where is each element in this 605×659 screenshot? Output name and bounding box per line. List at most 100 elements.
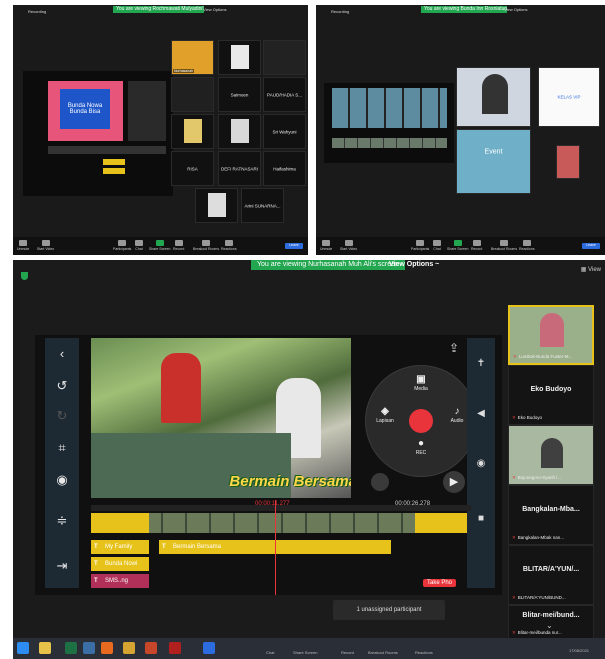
undo-icon[interactable]: ↺ xyxy=(54,378,70,394)
share-screen-button[interactable]: Share Screen xyxy=(149,240,170,251)
zoom-window-top-left: Recording You are viewing Rochmawati Mul… xyxy=(13,5,308,255)
video-icon xyxy=(344,240,353,246)
tile-image xyxy=(208,193,226,217)
breakout-rooms-button[interactable]: Breakout Rooms xyxy=(193,240,219,251)
participant-tile xyxy=(195,188,238,223)
unmute-button[interactable]: Unmute xyxy=(320,240,332,251)
tile-label: Saimoen xyxy=(230,92,249,97)
end-clip[interactable] xyxy=(415,513,467,533)
record-center-icon[interactable] xyxy=(409,409,433,433)
stop-icon[interactable]: ■ xyxy=(475,513,487,524)
video-icon xyxy=(41,240,50,246)
layer-button[interactable]: ◈ Lapisan xyxy=(370,406,400,424)
left-arrow-icon[interactable]: ◀ xyxy=(475,408,487,419)
video-preview: Bermain Bersama xyxy=(91,338,351,498)
participant-name-text: Lumbok-Bunda Fuster-M... xyxy=(518,354,573,359)
text-layer[interactable]: Bunda Nowi xyxy=(91,557,149,571)
record-target-icon[interactable]: ◉ xyxy=(54,472,70,488)
reactions-icon xyxy=(522,240,531,246)
view-options-button[interactable]: View Options xyxy=(504,7,528,12)
shared-screen-thumbnail xyxy=(324,83,454,163)
firefox-icon[interactable] xyxy=(101,642,113,654)
zoom-window-main: You are viewing Nurhasanah Muh Ali's scr… xyxy=(13,260,605,659)
pin-icon[interactable]: ✝ xyxy=(475,358,487,369)
windows-start-icon[interactable] xyxy=(17,642,29,654)
unmute-button[interactable]: Unmute xyxy=(17,240,29,251)
text-layer[interactable]: My Family xyxy=(91,540,149,554)
breakout-rooms-button[interactable]: Breakout Rooms xyxy=(491,240,517,251)
split-icon[interactable]: ≑ xyxy=(54,513,70,529)
participant-initials: BLITAR/A'YUN/... xyxy=(522,566,580,573)
participant-tile: Nurhasanah xyxy=(171,40,214,75)
control-label: Unmute xyxy=(320,247,333,251)
record-icon xyxy=(174,240,183,246)
zoom-window-top-right: Recording You are viewing Bunda Inn Rosn… xyxy=(316,5,605,255)
export-left-icon[interactable]: ⇥ xyxy=(54,558,70,574)
view-button[interactable]: ▦ View xyxy=(581,266,601,273)
media-button[interactable]: ▣ Media xyxy=(406,374,436,392)
taskbar-label: Record xyxy=(341,650,354,655)
windows-taskbar: Chat Share Screen Record Breakout Rooms … xyxy=(13,638,605,659)
chrome-icon[interactable] xyxy=(123,642,135,654)
app-icon[interactable] xyxy=(83,642,95,654)
take-photo-button[interactable]: Take Pho xyxy=(423,579,457,587)
participant-name-text: Bojonegoro-Syarifi /... xyxy=(517,475,562,480)
start-video-button[interactable]: Start Video xyxy=(340,240,357,251)
participant-tile xyxy=(556,145,580,179)
participants-button[interactable]: Participants xyxy=(113,240,131,251)
layer-icon: ◈ xyxy=(381,406,389,417)
record-button[interactable]: Record xyxy=(471,240,482,251)
share-icon[interactable]: ⇪ xyxy=(445,341,463,359)
chat-button[interactable]: Chat xyxy=(135,240,143,251)
reactions-icon xyxy=(224,240,233,246)
acrobat-icon[interactable] xyxy=(169,642,181,654)
muted-mic-icon: ✕ xyxy=(512,535,516,540)
leave-button[interactable]: Leave xyxy=(285,243,303,249)
intro-clip[interactable] xyxy=(91,513,149,533)
text-layer[interactable]: SMS..ng xyxy=(91,574,149,588)
overlay-title: Bermain Bersama xyxy=(229,473,351,490)
participant-tile: Event xyxy=(456,129,531,194)
explorer-icon[interactable] xyxy=(39,642,51,654)
start-video-button[interactable]: Start Video xyxy=(37,240,54,251)
view-options-button[interactable]: View Options xyxy=(203,7,227,12)
participant-name: ✕ Blitar-mei/bunda nur... xyxy=(512,630,562,636)
muted-mic-icon: ✕ xyxy=(512,630,516,635)
slide: Bunda Nowa Bunda Bisa xyxy=(48,81,123,141)
powerpoint-icon[interactable] xyxy=(145,642,157,654)
chat-button[interactable]: Chat xyxy=(433,240,441,251)
control-label: Reactions xyxy=(519,247,535,251)
target-icon[interactable]: ◉ xyxy=(475,458,487,469)
screen-share-banner: You are viewing Nurhasanah Muh Ali's scr… xyxy=(251,260,405,270)
unassigned-participant-notice[interactable]: 1 unassigned participant xyxy=(333,600,445,620)
reactions-button[interactable]: Reactions xyxy=(221,240,237,251)
rec-label: REC xyxy=(415,450,427,456)
playhead[interactable] xyxy=(275,500,276,595)
control-label: Chat xyxy=(433,247,441,251)
reactions-button[interactable]: Reactions xyxy=(519,240,535,251)
shared-screen-thumbnail: Bunda Nowa Bunda Bisa xyxy=(23,71,173,196)
zoom-icon[interactable] xyxy=(203,642,215,654)
participants-button[interactable]: Participants xyxy=(411,240,429,251)
tile-name: Nurhasanah xyxy=(173,69,195,73)
redo-icon[interactable]: ↻ xyxy=(54,408,70,424)
share-screen-button[interactable]: Share Screen xyxy=(447,240,468,251)
recording-indicator: Recording xyxy=(331,9,350,14)
excel-icon[interactable] xyxy=(65,642,77,654)
media-label: Media xyxy=(414,386,428,392)
back-icon[interactable]: ‹ xyxy=(54,346,70,362)
rec-button[interactable]: ● REC xyxy=(406,438,436,456)
leave-button[interactable]: Leave xyxy=(582,243,600,249)
recording-indicator: Recording xyxy=(28,9,47,14)
store-icon[interactable] xyxy=(371,473,389,491)
share-screen-icon xyxy=(155,240,164,246)
editor-left-toolbar: ‹ ↺ ↻ ⌗ ◉ ≑ ⇥ xyxy=(45,338,79,588)
view-options-button[interactable]: View Options ~ xyxy=(389,261,439,268)
play-icon[interactable]: ▶ xyxy=(443,471,465,493)
participant-initials: Eko Budoyo xyxy=(530,386,572,393)
record-button[interactable]: Record xyxy=(173,240,184,251)
crop-icon[interactable]: ⌗ xyxy=(54,440,70,456)
chevron-down-icon[interactable]: ⌄ xyxy=(546,621,553,630)
participant-name: ✕ Bojonegoro-Syarifi /... xyxy=(512,475,561,481)
participant-name: ✕ Lumbok-Bunda Fuster-M... xyxy=(513,354,572,360)
